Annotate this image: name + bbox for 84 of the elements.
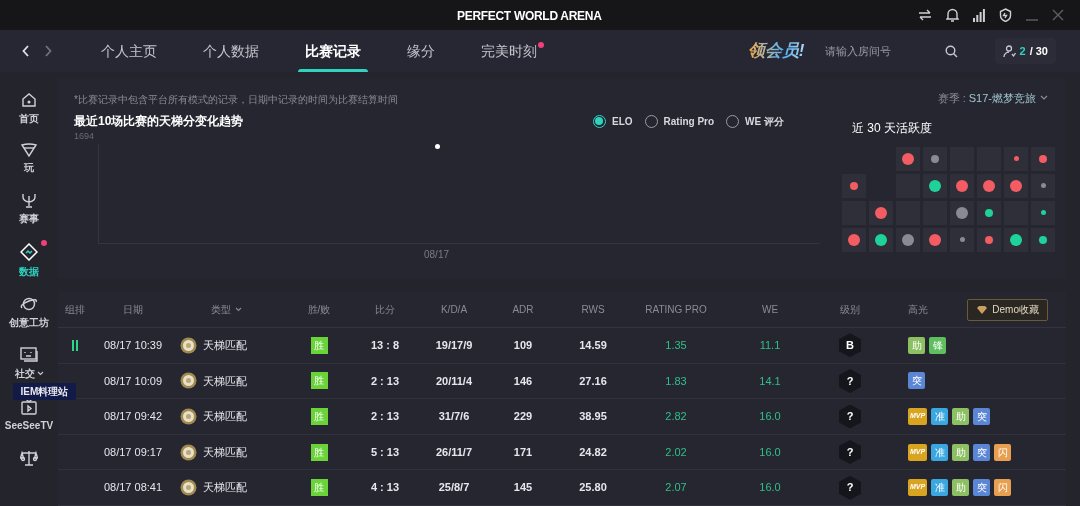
party-current: 2 xyxy=(1019,43,1026,59)
table-cell-text: 2 : 13 xyxy=(370,373,400,389)
note-text: *比赛记录中包含平台所有模式的记录，日期中记录的时间为比赛结算时间 xyxy=(74,93,399,106)
rank-badge: ? xyxy=(839,404,861,429)
activity-title: 近 30 天活跃度 xyxy=(852,119,933,137)
result-badge: 胜 xyxy=(310,479,328,497)
highlight-tag: 准 xyxy=(931,479,949,497)
table-cell-text: 天梯匹配 xyxy=(203,409,247,425)
table-cell-text: 08/17 10:09 xyxy=(103,373,163,389)
column-header: RATING PRO xyxy=(645,303,707,318)
table-cell-text: 天梯匹配 xyxy=(203,338,247,354)
axis-label: 1694 xyxy=(74,130,95,143)
rank-badge: B xyxy=(839,333,861,358)
table-cell-text: 229 xyxy=(513,409,533,425)
column-header: 日期 xyxy=(123,303,143,318)
result-badge: 胜 xyxy=(310,408,328,425)
label-tooltip: IEM料理站 xyxy=(12,383,77,400)
table-cell-text: 4 : 13 xyxy=(370,480,400,496)
column-header: 高光 xyxy=(907,303,928,318)
result-badge: 胜 xyxy=(310,443,328,461)
highlight-tag: 闪 xyxy=(994,443,1012,461)
highlight-tag: 助 xyxy=(952,443,970,461)
table-cell-text: 天梯匹配 xyxy=(203,480,247,496)
highlight-tag: 助 xyxy=(908,336,925,354)
table-cell-text: 天梯匹配 xyxy=(203,444,247,460)
table-cell-text: 38.95 xyxy=(579,409,607,425)
chart-title: 最近10场比赛的天梯分变化趋势 xyxy=(74,113,244,130)
result-badge: 胜 xyxy=(310,336,328,354)
table-cell-text: 2.07 xyxy=(665,480,687,496)
column-header: 级别 xyxy=(840,303,860,318)
table-cell-text: 16.0 xyxy=(759,409,781,425)
table-cell-text: 5 : 13 xyxy=(370,444,400,460)
table-cell-text: 27.16 xyxy=(579,373,607,389)
highlight-tag: 助 xyxy=(952,479,970,497)
highlight-tag: 突 xyxy=(973,479,991,497)
highlight-tag: 突 xyxy=(908,372,925,390)
table-cell-text: 16.0 xyxy=(759,480,781,496)
table-cell-text: 2.02 xyxy=(665,444,687,460)
table-cell-text: 26/11/7 xyxy=(435,444,473,460)
table-cell-text: 171 xyxy=(513,444,533,460)
table-cell-text: 109 xyxy=(513,338,533,354)
table-cell-text: 145 xyxy=(513,480,533,496)
table-cell-text: 1.35 xyxy=(665,338,687,354)
table-cell-text: 146 xyxy=(513,373,533,389)
result-badge: 胜 xyxy=(310,372,328,390)
table-cell-text: 25/8/7 xyxy=(438,480,470,496)
column-header: K/D/A xyxy=(440,303,468,318)
table-cell-text: 11.1 xyxy=(759,338,781,354)
table-cell-text: 08/17 09:42 xyxy=(103,409,163,425)
table-cell-text: 08/17 08:41 xyxy=(103,480,163,496)
rank-badge: ? xyxy=(839,440,861,465)
highlight-tag: 闪 xyxy=(994,479,1012,497)
table-cell-text: 天梯匹配 xyxy=(203,373,247,389)
highlight-tag: 突 xyxy=(973,408,991,425)
highlight-tag: 准 xyxy=(931,443,949,461)
table-cell-text: 2.82 xyxy=(665,409,687,425)
table-cell-text: 13 : 8 xyxy=(370,338,400,354)
column-header: 组排 xyxy=(65,303,85,318)
column-header: ADR xyxy=(512,303,534,318)
table-cell-text: 19/17/9 xyxy=(435,338,473,354)
table-cell-text: 14.1 xyxy=(759,373,781,389)
table-cell-text: 08/17 09:17 xyxy=(103,444,163,460)
column-header: WE xyxy=(761,303,779,318)
rank-badge: ? xyxy=(839,475,861,500)
table-cell-text: 20/11/4 xyxy=(435,373,473,389)
table-cell-text: 25.80 xyxy=(579,480,607,496)
table-cell-text: 1.83 xyxy=(665,373,687,389)
table-cell-text: 31/7/6 xyxy=(438,409,470,425)
window-title: PERFECT WORLD ARENA xyxy=(457,8,602,25)
table-cell-text: 2 : 13 xyxy=(370,409,400,425)
column-header: 胜/败 xyxy=(307,303,331,318)
column-header: 比分 xyxy=(375,303,395,318)
highlight-tag: 助 xyxy=(952,408,970,425)
party-total: / 30 xyxy=(1029,43,1048,59)
rank-badge: ? xyxy=(839,368,861,393)
highlight-tag: 准 xyxy=(931,408,949,425)
table-cell-text: 24.82 xyxy=(579,444,607,460)
table-cell-text: 16.0 xyxy=(759,444,781,460)
column-header: RWS xyxy=(581,303,605,318)
highlight-tag: 突 xyxy=(973,443,991,461)
table-cell-text: 14.59 xyxy=(579,338,607,354)
highlight-tag: 锋 xyxy=(929,336,946,354)
axis-label: 08/17 xyxy=(424,248,450,262)
table-cell-text: 08/17 10:39 xyxy=(103,338,163,354)
